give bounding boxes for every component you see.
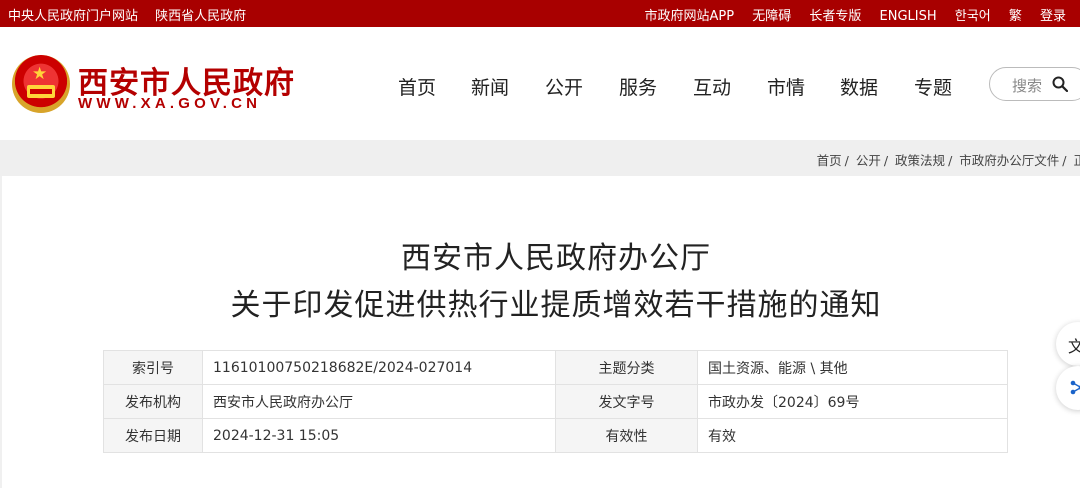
meta-value-doc-number: 市政办发〔2024〕69号 bbox=[697, 384, 1008, 419]
link-central-gov[interactable]: 中央人民政府门户网站 bbox=[8, 9, 138, 24]
meta-key-publish-date: 发布日期 bbox=[103, 418, 203, 453]
breadcrumb: 首页 / 公开 / 政策法规 / 市政府办公厅文件 / 正 bbox=[817, 150, 1080, 169]
breadcrumb-open[interactable]: 公开 bbox=[856, 153, 881, 168]
link-app[interactable]: 市政府网站APP bbox=[645, 9, 735, 24]
nav-home[interactable]: 首页 bbox=[398, 73, 436, 100]
nav-open[interactable]: 公开 bbox=[545, 73, 583, 100]
search-input[interactable]: 搜索 bbox=[989, 67, 1080, 101]
site-url: WWW.XA.GOV.CN bbox=[78, 95, 262, 112]
meta-key-topic: 主题分类 bbox=[555, 350, 698, 385]
text-icon: 文 bbox=[1068, 337, 1080, 356]
article-content: 西安市人民政府办公厅 关于印发促进供热行业提质增效若干措施的通知 索引号 116… bbox=[2, 176, 1080, 488]
meta-value-topic: 国土资源、能源 \ 其他 bbox=[697, 350, 1008, 385]
nav-data[interactable]: 数据 bbox=[840, 73, 878, 100]
article-title-line1: 西安市人民政府办公厅 bbox=[401, 241, 711, 276]
top-bar: 中央人民政府门户网站 陕西省人民政府 市政府网站APP 无障碍 长者专版 ENG… bbox=[0, 0, 1080, 27]
link-accessibility[interactable]: 无障碍 bbox=[752, 9, 791, 24]
top-bar-right-links: 市政府网站APP 无障碍 长者专版 ENGLISH 한국어 繁 登录 bbox=[631, 5, 1067, 24]
breadcrumb-current[interactable]: 正 bbox=[1073, 153, 1080, 168]
link-login[interactable]: 登录 bbox=[1040, 9, 1066, 24]
search-icon[interactable] bbox=[1052, 76, 1068, 92]
meta-key-publisher: 发布机构 bbox=[103, 384, 203, 419]
national-emblem-icon[interactable]: ★ bbox=[12, 55, 70, 113]
link-english[interactable]: ENGLISH bbox=[880, 9, 937, 24]
meta-key-doc-number: 发文字号 bbox=[555, 384, 698, 419]
nav-city-info[interactable]: 市情 bbox=[767, 73, 805, 100]
breadcrumb-bar: 首页 / 公开 / 政策法规 / 市政府办公厅文件 / 正 bbox=[0, 140, 1080, 176]
document-meta-table: 索引号 11610100750218682E/2024-027014 主题分类 … bbox=[103, 350, 1008, 453]
meta-key-validity: 有效性 bbox=[555, 418, 698, 453]
meta-value-publisher: 西安市人民政府办公厅 bbox=[202, 384, 556, 419]
breadcrumb-office-docs[interactable]: 市政府办公厅文件 bbox=[959, 153, 1059, 168]
nav-news[interactable]: 新闻 bbox=[471, 73, 509, 100]
breadcrumb-policy[interactable]: 政策法规 bbox=[895, 153, 945, 168]
meta-value-index-number: 11610100750218682E/2024-027014 bbox=[202, 350, 556, 385]
link-traditional[interactable]: 繁 bbox=[1009, 9, 1022, 24]
table-row: 发布机构 西安市人民政府办公厅 发文字号 市政办发〔2024〕69号 bbox=[103, 384, 1008, 419]
nav-interact[interactable]: 互动 bbox=[693, 73, 731, 100]
link-shaanxi-gov[interactable]: 陕西省人民政府 bbox=[155, 9, 246, 24]
meta-key-index-number: 索引号 bbox=[103, 350, 203, 385]
site-header: ★ 西安市人民政府 WWW.XA.GOV.CN 首页 新闻 公开 服务 互动 市… bbox=[0, 27, 1080, 140]
meta-value-publish-date: 2024-12-31 15:05 bbox=[202, 418, 556, 453]
nav-service[interactable]: 服务 bbox=[619, 73, 657, 100]
search-placeholder: 搜索 bbox=[1012, 77, 1043, 95]
article-title-line2: 关于印发促进供热行业提质增效若干措施的通知 bbox=[230, 288, 882, 323]
meta-value-validity: 有效 bbox=[697, 418, 1008, 453]
share-icon bbox=[1070, 380, 1080, 395]
nav-topics[interactable]: 专题 bbox=[914, 73, 952, 100]
table-row: 索引号 11610100750218682E/2024-027014 主题分类 … bbox=[103, 350, 1008, 385]
table-row: 发布日期 2024-12-31 15:05 有效性 有效 bbox=[103, 418, 1008, 453]
link-korean[interactable]: 한국어 bbox=[955, 9, 991, 24]
top-bar-left-links: 中央人民政府门户网站 陕西省人民政府 bbox=[8, 5, 259, 24]
breadcrumb-home[interactable]: 首页 bbox=[817, 153, 842, 168]
link-elderly-mode[interactable]: 长者专版 bbox=[809, 9, 861, 24]
